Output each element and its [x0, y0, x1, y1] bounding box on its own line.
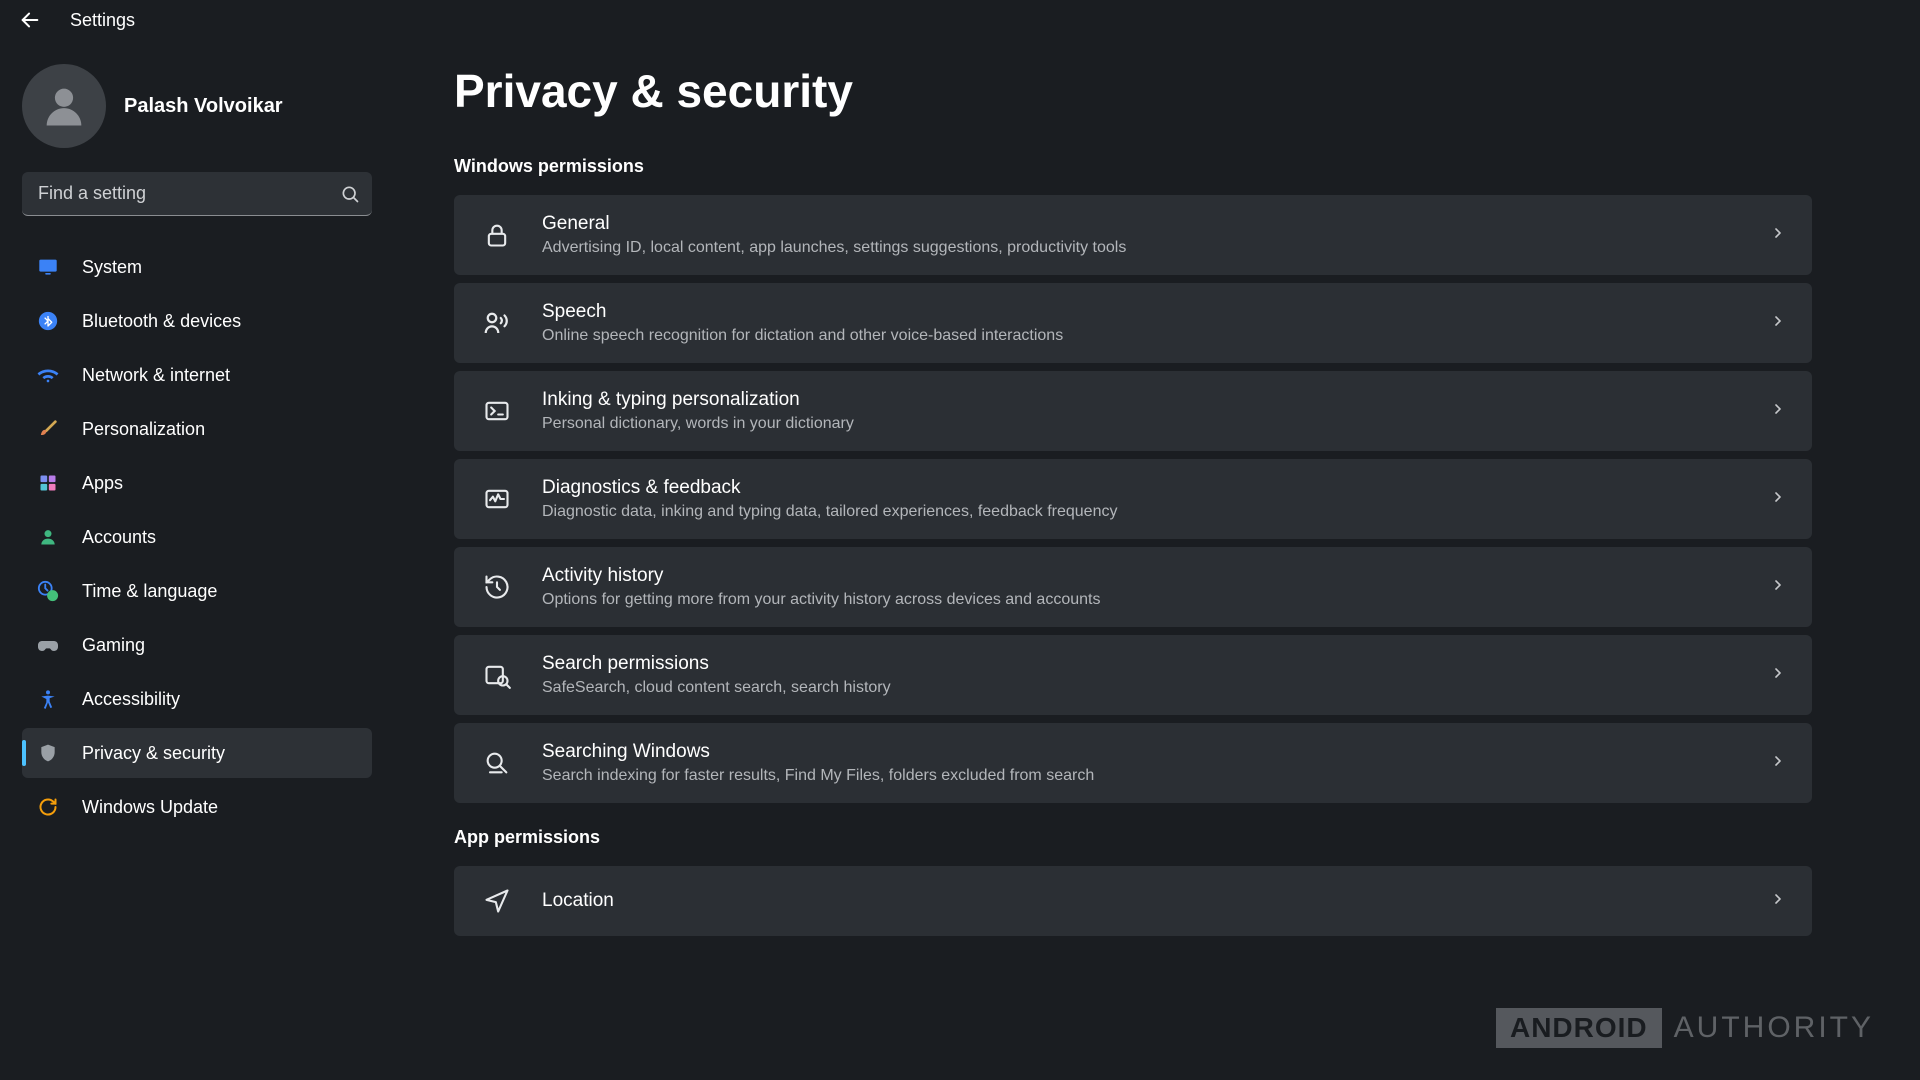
nav-item-accounts[interactable]: Accounts [22, 512, 372, 562]
card-title: Inking & typing personalization [542, 389, 1742, 411]
card-location[interactable]: Location [454, 866, 1812, 936]
nav-item-label: Bluetooth & devices [82, 311, 241, 332]
nav-item-network[interactable]: Network & internet [22, 350, 372, 400]
nav-item-bluetooth[interactable]: Bluetooth & devices [22, 296, 372, 346]
nav-item-accessibility[interactable]: Accessibility [22, 674, 372, 724]
nav-item-label: Windows Update [82, 797, 218, 818]
card-title: Diagnostics & feedback [542, 477, 1742, 499]
card-speech[interactable]: Speech Online speech recognition for dic… [454, 283, 1812, 363]
nav-item-label: Personalization [82, 419, 205, 440]
back-button[interactable] [18, 8, 42, 32]
card-title: General [542, 213, 1742, 235]
avatar [22, 64, 106, 148]
nav-item-label: System [82, 257, 142, 278]
bluetooth-icon [36, 309, 60, 333]
card-title: Search permissions [542, 653, 1742, 675]
chevron-right-icon [1770, 753, 1786, 774]
nav-item-system[interactable]: System [22, 242, 372, 292]
accounts-icon [36, 525, 60, 549]
profile-name: Palash Volvoikar [124, 95, 283, 118]
section-header-windows-perms: Windows permissions [454, 156, 1812, 177]
card-subtitle: SafeSearch, cloud content search, search… [542, 679, 1742, 697]
card-inking[interactable]: Inking & typing personalization Personal… [454, 371, 1812, 451]
sidebar: Palash Volvoikar System [0, 40, 394, 1080]
wifi-icon [36, 363, 60, 387]
nav-item-update[interactable]: Windows Update [22, 782, 372, 832]
card-activity-history[interactable]: Activity history Options for getting mor… [454, 547, 1812, 627]
person-icon [38, 80, 90, 132]
card-subtitle: Options for getting more from your activ… [542, 591, 1742, 609]
nav-item-privacy[interactable]: Privacy & security [22, 728, 372, 778]
card-title: Speech [542, 301, 1742, 323]
card-title: Location [542, 890, 1742, 912]
shield-icon [36, 741, 60, 765]
history-icon [480, 570, 514, 604]
nav-item-label: Time & language [82, 581, 217, 602]
lock-icon [480, 218, 514, 252]
chevron-right-icon [1770, 665, 1786, 686]
card-subtitle: Online speech recognition for dictation … [542, 327, 1742, 345]
chevron-right-icon [1770, 225, 1786, 246]
app-title: Settings [70, 10, 135, 31]
search-icon [340, 184, 360, 204]
section-header-app-perms: App permissions [454, 827, 1812, 848]
speech-icon [480, 306, 514, 340]
card-general[interactable]: General Advertising ID, local content, a… [454, 195, 1812, 275]
chevron-right-icon [1770, 401, 1786, 422]
card-diagnostics[interactable]: Diagnostics & feedback Diagnostic data, … [454, 459, 1812, 539]
profile[interactable]: Palash Volvoikar [22, 52, 372, 172]
apps-icon [36, 471, 60, 495]
location-icon [480, 884, 514, 918]
nav-item-label: Accounts [82, 527, 156, 548]
card-subtitle: Advertising ID, local content, app launc… [542, 239, 1742, 257]
card-title: Activity history [542, 565, 1742, 587]
nav-item-gaming[interactable]: Gaming [22, 620, 372, 670]
windows-permissions-list: General Advertising ID, local content, a… [454, 195, 1812, 803]
titlebar: Settings [0, 0, 1920, 40]
brush-icon [36, 417, 60, 441]
nav-item-personalization[interactable]: Personalization [22, 404, 372, 454]
app-permissions-list: Location [454, 866, 1812, 936]
nav: System Bluetooth & devices Network & int… [22, 242, 372, 832]
card-searching-windows[interactable]: Searching Windows Search indexing for fa… [454, 723, 1812, 803]
searching-windows-icon [480, 746, 514, 780]
nav-item-time[interactable]: Time & language [22, 566, 372, 616]
inking-icon [480, 394, 514, 428]
main-pane: Privacy & security Windows permissions G… [394, 40, 1920, 1080]
nav-item-label: Gaming [82, 635, 145, 656]
arrow-left-icon [19, 9, 41, 31]
nav-item-label: Privacy & security [82, 743, 225, 764]
nav-item-label: Apps [82, 473, 123, 494]
nav-item-apps[interactable]: Apps [22, 458, 372, 508]
accessibility-icon [36, 687, 60, 711]
nav-item-label: Network & internet [82, 365, 230, 386]
chevron-right-icon [1770, 313, 1786, 334]
chevron-right-icon [1770, 891, 1786, 912]
update-icon [36, 795, 60, 819]
clock-globe-icon [36, 579, 60, 603]
card-subtitle: Search indexing for faster results, Find… [542, 767, 1742, 785]
page-title: Privacy & security [454, 64, 1812, 118]
gamepad-icon [36, 633, 60, 657]
search-container [22, 172, 372, 216]
card-title: Searching Windows [542, 741, 1742, 763]
chevron-right-icon [1770, 489, 1786, 510]
monitor-icon [36, 255, 60, 279]
card-subtitle: Personal dictionary, words in your dicti… [542, 415, 1742, 433]
card-subtitle: Diagnostic data, inking and typing data,… [542, 503, 1742, 521]
card-search-permissions[interactable]: Search permissions SafeSearch, cloud con… [454, 635, 1812, 715]
diagnostics-icon [480, 482, 514, 516]
search-permissions-icon [480, 658, 514, 692]
search-input[interactable] [22, 172, 372, 216]
nav-item-label: Accessibility [82, 689, 180, 710]
chevron-right-icon [1770, 577, 1786, 598]
